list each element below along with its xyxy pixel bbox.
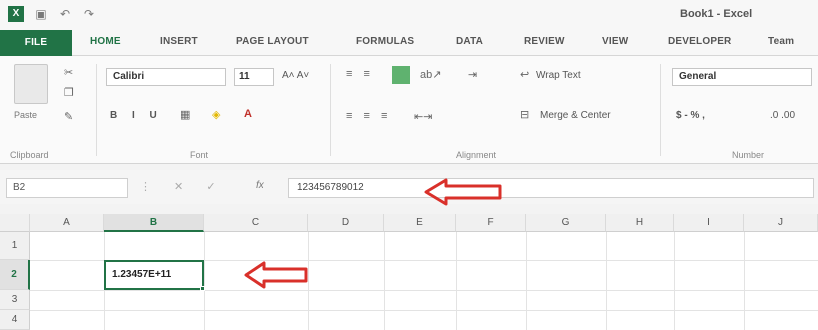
grid-line — [204, 232, 205, 330]
merge-center-button[interactable]: Merge & Center — [540, 110, 611, 121]
excel-logo-icon: X — [8, 6, 24, 22]
group-separator — [330, 64, 331, 156]
wrap-text-icon: ↩ — [520, 69, 530, 81]
decimal-buttons[interactable]: .0 .00 — [770, 110, 795, 121]
quick-access-toolbar: X ▣ ↶ ↷ — [8, 6, 96, 22]
column-header-e[interactable]: E — [384, 214, 456, 232]
column-header-f[interactable]: F — [456, 214, 526, 232]
tab-page-layout[interactable]: PAGE LAYOUT — [236, 36, 309, 47]
arrow-annotation-formula — [424, 178, 502, 206]
paste-button[interactable] — [14, 64, 48, 104]
font-color-icon[interactable]: A — [244, 108, 252, 120]
tab-formulas[interactable]: FORMULAS — [356, 36, 414, 47]
number-format-select[interactable]: General — [672, 68, 812, 86]
tab-home[interactable]: HOME — [90, 36, 121, 47]
worksheet-grid[interactable]: A B C D E F G H I J 1 2 3 4 1.23457E+11 — [0, 214, 818, 330]
save-icon[interactable]: ▣ — [34, 7, 48, 21]
column-header-d[interactable]: D — [308, 214, 384, 232]
group-label-number: Number — [732, 150, 765, 160]
tab-data[interactable]: DATA — [456, 36, 483, 47]
grid-line — [606, 232, 607, 330]
ribbon-tabs: FILE HOME INSERT PAGE LAYOUT FORMULAS DA… — [0, 30, 818, 56]
orientation-icon[interactable]: ab↗ — [420, 68, 441, 81]
row-header-4[interactable]: 4 — [0, 310, 30, 330]
column-header-h[interactable]: H — [606, 214, 674, 232]
tab-insert[interactable]: INSERT — [160, 36, 198, 47]
grid-line — [30, 290, 818, 291]
group-label-alignment: Alignment — [456, 150, 497, 160]
tab-review[interactable]: REVIEW — [524, 36, 565, 47]
column-header-c[interactable]: C — [204, 214, 308, 232]
bold-italic-underline-buttons[interactable]: B I U — [110, 110, 163, 121]
paste-label: Paste — [14, 110, 38, 120]
cut-icon[interactable]: ✂ — [64, 66, 73, 79]
group-label-clipboard: Clipboard — [10, 150, 49, 160]
borders-icon[interactable]: ▦ — [180, 108, 190, 121]
fx-icon[interactable]: fx — [256, 180, 264, 191]
group-label-font: Font — [190, 150, 209, 160]
row-header-3[interactable]: 3 — [0, 290, 30, 310]
font-name-select[interactable]: Calibri — [106, 68, 226, 86]
column-header-g[interactable]: G — [526, 214, 606, 232]
decrease-indent-icon[interactable]: ⇤⇥ — [414, 110, 432, 123]
grow-font-icon[interactable]: A˄ A˅ — [282, 70, 309, 81]
tab-team[interactable]: Team — [768, 36, 794, 47]
fill-color-icon[interactable]: ◈ — [212, 108, 220, 121]
number-format-buttons[interactable]: $ - % , — [676, 110, 705, 121]
column-header-j[interactable]: J — [744, 214, 818, 232]
column-header-i[interactable]: I — [674, 214, 744, 232]
font-size-select[interactable]: 11 — [234, 68, 274, 86]
title-bar: X ▣ ↶ ↷ Book1 - Excel — [0, 0, 818, 30]
format-painter-icon[interactable]: ✎ — [64, 110, 73, 123]
tab-developer[interactable]: DEVELOPER — [668, 36, 731, 47]
indent-icon[interactable]: ⇥ — [468, 68, 477, 81]
copy-icon[interactable]: ❐ — [64, 86, 74, 99]
formula-bar-buttons[interactable]: ⋮ ✕ ✓ — [140, 180, 226, 193]
fill-handle[interactable] — [200, 286, 205, 291]
formula-bar: B2 ⋮ ✕ ✓ fx 123456789012 — [0, 170, 818, 206]
undo-icon[interactable]: ↶ — [58, 7, 72, 21]
ribbon-home: Paste ✂ ❐ ✎ Calibri 11 A˄ A˅ B I U ▦ ◈ A… — [0, 56, 818, 164]
tab-view[interactable]: VIEW — [602, 36, 628, 47]
redo-icon[interactable]: ↷ — [82, 7, 96, 21]
arrow-annotation-cell — [244, 261, 308, 289]
row-header-1[interactable]: 1 — [0, 232, 30, 260]
window-title: Book1 - Excel — [680, 8, 753, 20]
wrap-text-button[interactable]: Wrap Text — [536, 70, 581, 81]
grid-line — [30, 310, 818, 311]
middle-align-icon[interactable] — [392, 66, 410, 84]
tab-file[interactable]: FILE — [0, 30, 72, 56]
grid-line — [526, 232, 527, 330]
formula-input[interactable]: 123456789012 — [288, 178, 814, 198]
grid-line — [308, 232, 309, 330]
vertical-align-icons[interactable]: ≡ ≡ — [346, 68, 374, 80]
group-separator — [660, 64, 661, 156]
name-box[interactable]: B2 — [6, 178, 128, 198]
cell-b2[interactable]: 1.23457E+11 — [104, 260, 204, 290]
row-header-2[interactable]: 2 — [0, 260, 30, 290]
column-header-a[interactable]: A — [30, 214, 104, 232]
grid-line — [384, 232, 385, 330]
horizontal-align-icons[interactable]: ≡ ≡ ≡ — [346, 110, 391, 122]
column-header-b[interactable]: B — [104, 214, 204, 232]
grid-line — [674, 232, 675, 330]
group-separator — [96, 64, 97, 156]
grid-line — [744, 232, 745, 330]
merge-center-icon: ⊟ — [520, 109, 530, 121]
grid-line — [456, 232, 457, 330]
select-all-corner[interactable] — [0, 214, 30, 232]
